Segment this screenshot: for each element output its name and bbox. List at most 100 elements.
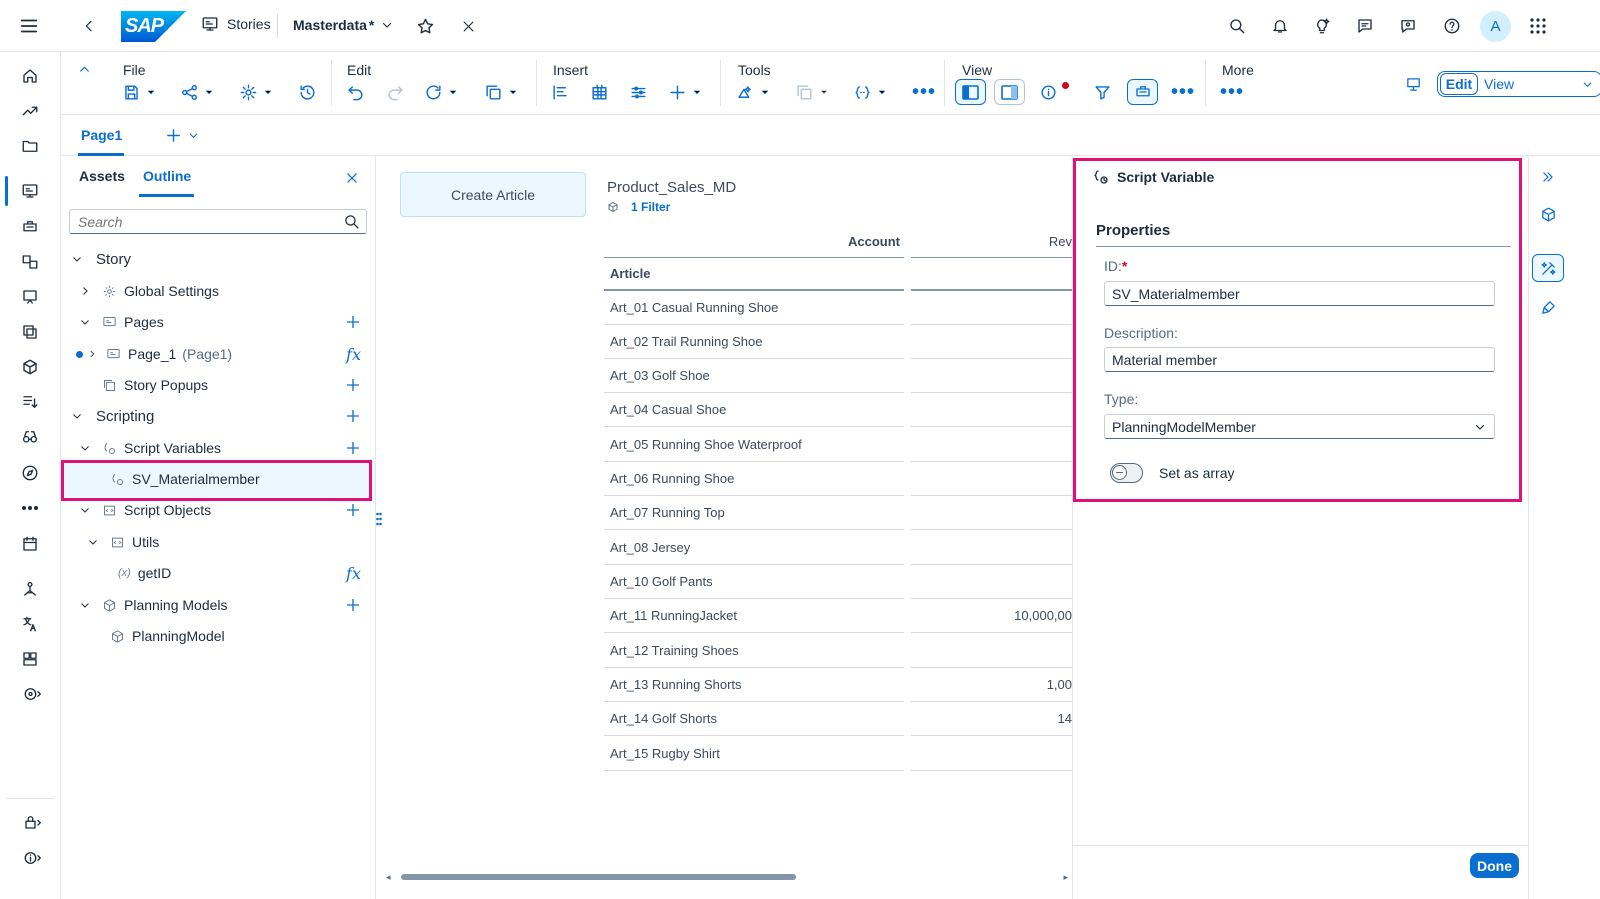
expand-panel-icon[interactable] xyxy=(1538,167,1558,187)
table-row[interactable]: Art_11 RunningJacket xyxy=(604,599,904,633)
right-panel-toggle[interactable] xyxy=(994,79,1025,105)
tree-utils[interactable]: Utils xyxy=(87,530,159,554)
tab-page1[interactable]: Page1 xyxy=(81,115,122,155)
builder-panel-button[interactable] xyxy=(1532,254,1564,282)
home-icon[interactable] xyxy=(17,63,43,89)
add-popup-icon[interactable] xyxy=(345,377,361,393)
row-value[interactable] xyxy=(911,428,1072,462)
analytic-app-icon[interactable] xyxy=(17,249,43,275)
search-icon[interactable] xyxy=(1226,15,1248,37)
row-value[interactable]: 14 xyxy=(911,702,1072,736)
scroll-right-icon[interactable]: ▸ xyxy=(1063,872,1068,883)
row-value[interactable] xyxy=(911,462,1072,496)
collaboration-icon[interactable] xyxy=(1397,15,1419,37)
model-icon[interactable] xyxy=(17,354,43,380)
insert-chart-button[interactable] xyxy=(551,82,570,102)
system-menu-icon[interactable] xyxy=(17,681,47,707)
datasets-icon[interactable] xyxy=(17,319,43,345)
row-value[interactable]: 1,00 xyxy=(911,668,1072,702)
stories-icon[interactable] xyxy=(17,178,43,204)
table-row[interactable]: Art_12 Training Shoes xyxy=(604,634,904,668)
tab-outline[interactable]: Outline xyxy=(143,168,191,184)
story-title-menu[interactable]: Masterdata * xyxy=(293,17,393,33)
tree-planning-model[interactable]: PlanningModel xyxy=(110,624,225,648)
settings-menu[interactable] xyxy=(239,82,273,102)
filter-link[interactable]: 1 Filter xyxy=(631,200,670,214)
tree-script-variables[interactable]: Script Variables xyxy=(79,436,376,460)
script-toggle[interactable] xyxy=(1127,79,1158,105)
insert-table-button[interactable] xyxy=(590,82,609,102)
compass-icon[interactable] xyxy=(17,460,43,486)
more-overflow-icon[interactable]: ••• xyxy=(1220,81,1244,103)
data-action-icon[interactable] xyxy=(17,389,43,415)
table-row[interactable]: Art_07 Running Top xyxy=(604,496,904,530)
feedback-icon[interactable] xyxy=(1354,15,1376,37)
table-row[interactable]: Art_03 Golf Shoe xyxy=(604,359,904,393)
table-row[interactable]: Art_14 Golf Shorts xyxy=(604,702,904,736)
digital-boardroom-icon[interactable] xyxy=(17,214,43,240)
table-row[interactable]: Art_15 Rugby Shirt xyxy=(604,737,904,771)
add-script-variable-icon[interactable] xyxy=(345,440,361,456)
row-value[interactable] xyxy=(911,359,1072,393)
copy-menu[interactable] xyxy=(484,82,518,102)
row-value[interactable]: 10,000,00 xyxy=(911,599,1072,633)
security-icon[interactable] xyxy=(17,646,43,672)
present-mode-icon[interactable] xyxy=(1402,73,1424,95)
more-apps-icon[interactable] xyxy=(17,495,43,521)
add-page-menu[interactable] xyxy=(165,127,199,144)
share-menu[interactable] xyxy=(180,82,214,102)
tools-theme-menu[interactable] xyxy=(736,82,770,102)
table-row[interactable]: Art_06 Running Shoe xyxy=(604,462,904,496)
calendar-icon[interactable] xyxy=(17,531,43,557)
view-mode-button[interactable]: View xyxy=(1484,73,1599,95)
insert-add-menu[interactable] xyxy=(668,82,702,102)
info-toggle[interactable] xyxy=(1039,82,1069,102)
stories-breadcrumb[interactable]: Stories xyxy=(201,15,271,33)
organization-icon[interactable] xyxy=(17,576,43,602)
table-row[interactable]: Art_01 Casual Running Shoe xyxy=(604,291,904,325)
panel-resize-handle[interactable] xyxy=(376,512,382,530)
table-row[interactable]: Art_13 Running Shorts xyxy=(604,668,904,702)
done-button[interactable]: Done xyxy=(1470,853,1519,878)
row-value[interactable] xyxy=(911,565,1072,599)
add-planning-model-icon[interactable] xyxy=(345,597,361,613)
table-row[interactable]: Art_10 Golf Pants xyxy=(604,565,904,599)
table-row[interactable]: Art_05 Running Shoe Waterproof xyxy=(604,428,904,462)
page-script-icon[interactable]: fx xyxy=(346,345,361,364)
tree-story[interactable]: Story xyxy=(71,247,131,271)
explorer-icon[interactable] xyxy=(17,424,43,450)
row-value[interactable] xyxy=(911,393,1072,427)
row-value[interactable] xyxy=(911,496,1072,530)
view-overflow-icon[interactable]: ••• xyxy=(1171,81,1195,103)
product-switch-icon[interactable] xyxy=(1527,15,1549,37)
row-value[interactable] xyxy=(911,634,1072,668)
lock-menu-icon[interactable] xyxy=(17,809,47,835)
avatar[interactable]: A xyxy=(1480,11,1511,42)
search-input-field[interactable] xyxy=(70,210,330,233)
tree-story-popups[interactable]: Story Popups xyxy=(102,373,376,397)
filter-button[interactable] xyxy=(1093,82,1112,102)
info-menu-icon[interactable] xyxy=(17,845,47,871)
add-scripting-icon[interactable] xyxy=(345,408,361,424)
row-value[interactable] xyxy=(911,531,1072,565)
menu-icon[interactable] xyxy=(16,14,42,38)
left-panel-toggle[interactable] xyxy=(955,79,986,105)
tree-pages[interactable]: Pages xyxy=(79,310,376,334)
tools-copy-menu[interactable] xyxy=(795,82,829,102)
row-value[interactable] xyxy=(911,737,1072,771)
translation-icon[interactable] xyxy=(17,611,43,637)
close-story-icon[interactable] xyxy=(457,15,479,37)
row-value[interactable] xyxy=(911,325,1072,359)
row-value[interactable] xyxy=(911,291,1072,325)
undo-button[interactable] xyxy=(346,82,365,102)
search-input[interactable] xyxy=(69,209,367,234)
tools-formula-menu[interactable] xyxy=(853,82,887,102)
scrollbar-thumb[interactable] xyxy=(401,874,796,880)
table-row[interactable]: Art_02 Trail Running Shoe xyxy=(604,325,904,359)
present-icon[interactable] xyxy=(17,284,43,310)
tree-script-objects[interactable]: Script Objects xyxy=(79,498,376,522)
add-script-object-icon[interactable] xyxy=(345,502,361,518)
tree-global-settings[interactable]: Global Settings xyxy=(79,279,219,303)
tree-getid[interactable]: (x) getID fx xyxy=(118,561,376,585)
insert-control-button[interactable] xyxy=(629,82,648,102)
